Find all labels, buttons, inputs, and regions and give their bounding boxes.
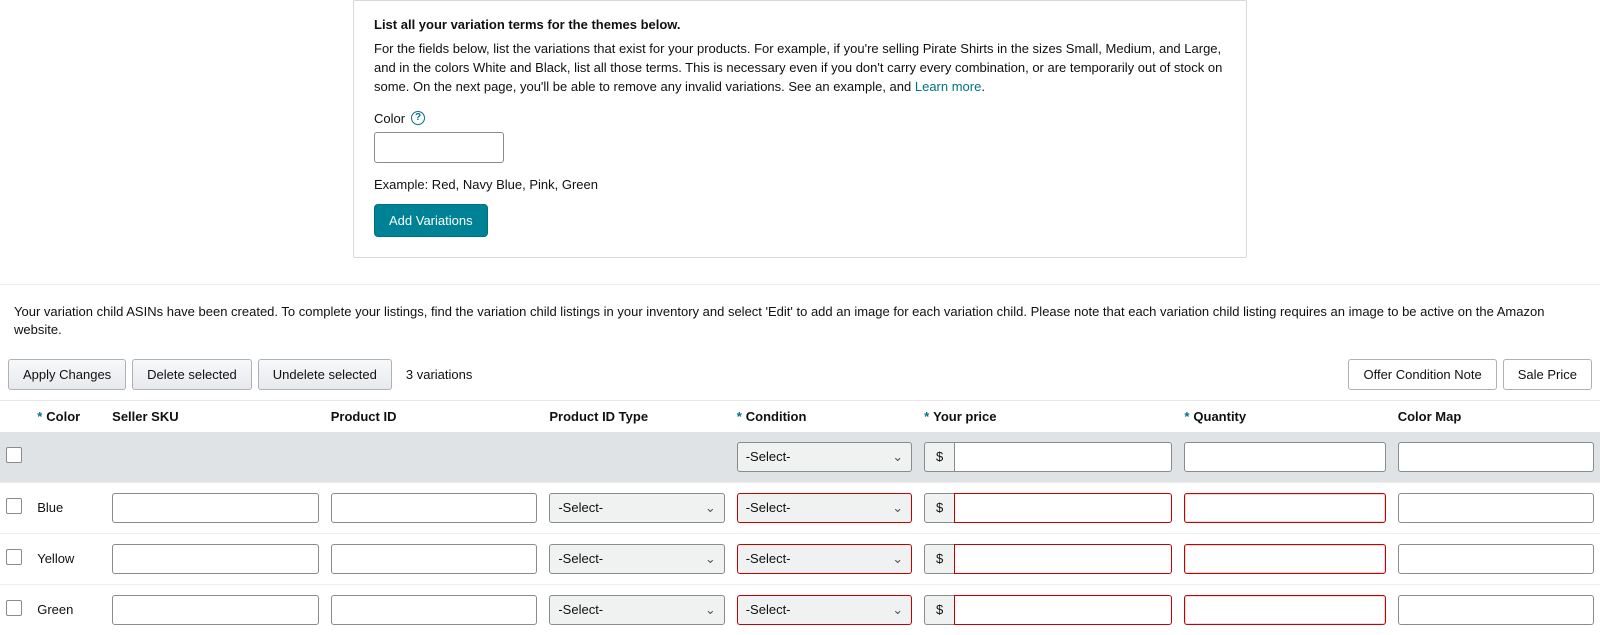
condition-select[interactable]: -Select- ⌄ [737,544,912,574]
quantity-input[interactable] [1184,544,1385,574]
color-field-label-row: Color ? [374,111,1226,126]
chevron-down-icon: ⌄ [705,500,716,516]
header-product-id: Product ID [325,400,544,432]
price-input[interactable] [954,544,1172,574]
bulk-edit-row: -Select- ⌄ $ [0,432,1600,483]
product-id-type-select[interactable]: -Select- ⌄ [549,493,724,523]
variations-count: 3 variations [406,367,472,382]
product-id-input[interactable] [331,493,538,523]
seller-sku-input[interactable] [112,493,319,523]
header-your-price: *Your price [918,400,1178,432]
panel-title: List all your variation terms for the th… [374,17,1226,32]
condition-select[interactable]: -Select- ⌄ [737,493,912,523]
product-id-type-select[interactable]: -Select- ⌄ [549,544,724,574]
panel-desc-text: For the fields below, list the variation… [374,41,1222,94]
currency-prefix: $ [924,595,954,625]
delete-selected-button[interactable]: Delete selected [132,359,252,390]
chevron-down-icon: ⌄ [892,551,903,567]
info-message: Your variation child ASINs have been cre… [0,284,1600,349]
bulk-color-map-input[interactable] [1398,442,1594,472]
header-condition: *Condition [731,400,918,432]
header-color: *Color [31,400,106,432]
panel-desc-end: . [981,79,985,94]
color-example-text: Example: Red, Navy Blue, Pink, Green [374,177,1226,192]
color-map-input[interactable] [1398,544,1594,574]
panel-description: For the fields below, list the variation… [374,40,1226,97]
sale-price-button[interactable]: Sale Price [1503,359,1592,390]
header-quantity: *Quantity [1178,400,1391,432]
chevron-down-icon: ⌄ [892,602,903,618]
bulk-condition-value: -Select- [746,449,791,464]
seller-sku-input[interactable] [112,544,319,574]
chevron-down-icon: ⌄ [705,551,716,567]
chevron-down-icon: ⌄ [892,500,903,516]
seller-sku-input[interactable] [112,595,319,625]
product-id-input[interactable] [331,544,538,574]
chevron-down-icon: ⌄ [705,602,716,618]
row-checkbox[interactable] [6,498,22,514]
offer-condition-note-button[interactable]: Offer Condition Note [1348,359,1496,390]
product-id-type-select[interactable]: -Select- ⌄ [549,595,724,625]
row-color: Yellow [31,533,106,584]
price-input[interactable] [954,493,1172,523]
color-map-input[interactable] [1398,493,1594,523]
currency-prefix: $ [924,544,954,574]
header-seller-sku: Seller SKU [106,400,325,432]
variation-terms-panel: List all your variation terms for the th… [353,0,1247,258]
currency-prefix: $ [924,442,954,472]
price-input[interactable] [954,595,1172,625]
bulk-price-input[interactable] [954,442,1172,472]
bulk-condition-select[interactable]: -Select- ⌄ [737,442,912,472]
header-product-id-type: Product ID Type [543,400,730,432]
variations-table: *Color Seller SKU Product ID Product ID … [0,400,1600,635]
color-terms-input[interactable] [374,132,504,163]
quantity-input[interactable] [1184,595,1385,625]
variations-toolbar: Apply Changes Delete selected Undelete s… [0,349,1600,400]
color-map-input[interactable] [1398,595,1594,625]
undelete-selected-button[interactable]: Undelete selected [258,359,392,390]
help-icon[interactable]: ? [411,111,425,125]
apply-changes-button[interactable]: Apply Changes [8,359,126,390]
product-id-input[interactable] [331,595,538,625]
row-color: Green [31,584,106,635]
row-checkbox[interactable] [6,549,22,565]
table-row: Green -Select- ⌄ -Select- ⌄ $ [0,584,1600,635]
table-row: Blue -Select- ⌄ -Select- ⌄ $ [0,482,1600,533]
condition-select[interactable]: -Select- ⌄ [737,595,912,625]
quantity-input[interactable] [1184,493,1385,523]
learn-more-link[interactable]: Learn more [915,79,981,94]
header-color-map: Color Map [1392,400,1600,432]
table-row: Yellow -Select- ⌄ -Select- ⌄ $ [0,533,1600,584]
bulk-quantity-input[interactable] [1184,442,1385,472]
row-color: Blue [31,482,106,533]
chevron-down-icon: ⌄ [892,449,903,465]
currency-prefix: $ [924,493,954,523]
color-field-label: Color [374,111,405,126]
select-all-checkbox[interactable] [6,447,22,463]
table-header-row: *Color Seller SKU Product ID Product ID … [0,400,1600,432]
row-checkbox[interactable] [6,600,22,616]
add-variations-button[interactable]: Add Variations [374,204,488,237]
